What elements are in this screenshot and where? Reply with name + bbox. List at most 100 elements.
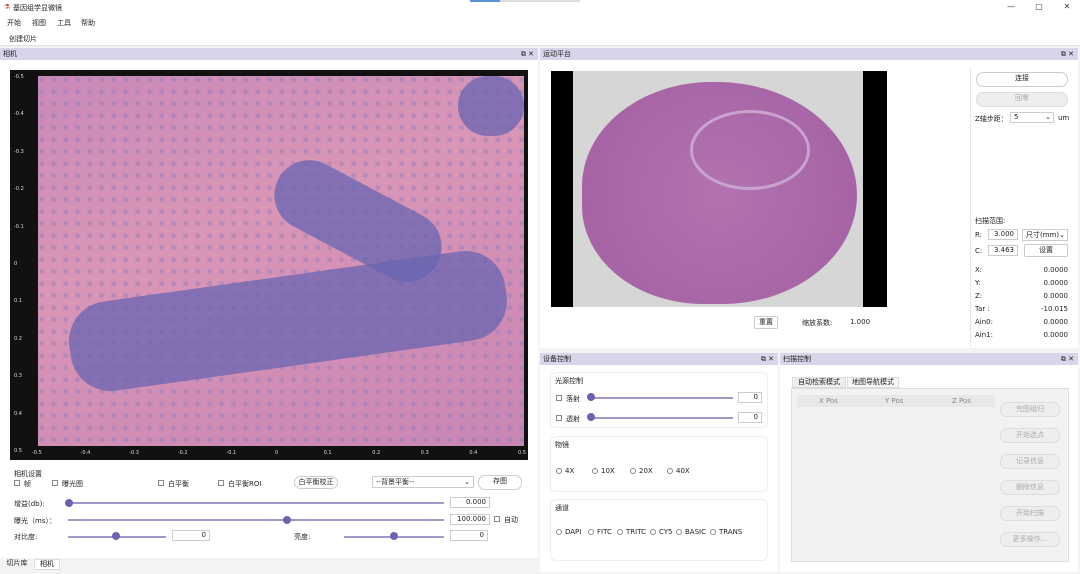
reflect-input[interactable]: 0 <box>738 392 762 403</box>
chevron-down-icon: ⌄ <box>1059 231 1065 239</box>
save-image-button[interactable]: 存图 <box>478 475 522 490</box>
channel-label: CY5 <box>659 528 673 536</box>
set-button[interactable]: 设置 <box>1024 244 1068 257</box>
exposure-slider-handle[interactable] <box>283 516 291 524</box>
white-correct-button[interactable]: 白平衡校正 <box>294 476 338 489</box>
panel-buttons[interactable]: ⧉ ✕ <box>761 353 774 365</box>
background-select[interactable]: --背景平衡-- ⌄ <box>372 476 474 488</box>
gain-slider-handle[interactable] <box>65 499 73 507</box>
exposure-map-checkbox[interactable] <box>52 480 58 486</box>
channel-radio[interactable] <box>710 529 716 535</box>
scan-action-button[interactable]: 完图组归 <box>1000 402 1060 417</box>
brightness-slider-handle[interactable] <box>390 532 398 540</box>
channel-radio[interactable] <box>588 529 594 535</box>
channel-radio[interactable] <box>676 529 682 535</box>
channel-group-title: 通道 <box>555 504 569 512</box>
scan-action-button[interactable]: 记录信息 <box>1000 454 1060 469</box>
scan-action-button[interactable]: 开始扫描 <box>1000 506 1060 521</box>
readout-label: Y: <box>975 279 981 287</box>
channel-radio[interactable] <box>617 529 623 535</box>
x-tick-label: 0.4 <box>469 450 478 456</box>
readout-value: 0.0000 <box>1043 266 1069 274</box>
objective-radio[interactable] <box>556 468 562 474</box>
camera-panel-title: 相机 <box>3 50 17 58</box>
trans-slider[interactable] <box>590 417 733 419</box>
title-highlight <box>470 0 500 2</box>
contrast-slider-handle[interactable] <box>112 532 120 540</box>
zoom-value: 1.000 <box>850 318 871 326</box>
tab-auto-search[interactable]: 自动检索模式 <box>792 377 846 388</box>
tissue-corner <box>458 76 524 136</box>
white-roi-checkbox[interactable] <box>218 480 224 486</box>
readout-value: 0.0000 <box>1043 318 1069 326</box>
maximize-button[interactable]: ▢ <box>1033 2 1045 12</box>
exposure-slider[interactable] <box>68 519 444 521</box>
chevron-down-icon: ⌄ <box>1045 113 1051 121</box>
tab-map-navigation[interactable]: 地图导航模式 <box>847 377 899 388</box>
reflect-checkbox[interactable] <box>556 395 562 401</box>
exposure-input[interactable]: 100.000 <box>450 514 490 525</box>
menu-view[interactable]: 视图 <box>32 18 46 28</box>
trans-checkbox[interactable] <box>556 415 562 421</box>
reflect-slider-handle[interactable] <box>587 393 595 401</box>
panel-buttons[interactable]: ⧉ ✕ <box>521 48 534 60</box>
channel-radio[interactable] <box>556 529 562 535</box>
gain-slider[interactable] <box>68 502 444 504</box>
tab-camera[interactable]: 相机 <box>34 559 60 570</box>
readout-label: Tar : <box>975 305 990 313</box>
objective-group-title: 物镜 <box>555 441 569 449</box>
scan-action-button[interactable]: 开始选点 <box>1000 428 1060 443</box>
contrast-input[interactable]: 0 <box>172 530 210 541</box>
y-tick-label: -0.4 <box>14 111 24 118</box>
y-tick-label: -0.2 <box>14 186 24 193</box>
x-tick-label: -0.1 <box>226 450 237 456</box>
menu-help[interactable]: 帮助 <box>81 18 95 28</box>
title-highlight-secondary <box>500 0 580 2</box>
x-tick-label: 0 <box>275 450 279 456</box>
panel-buttons[interactable]: ⧉ ✕ <box>1061 48 1074 60</box>
trans-input[interactable]: 0 <box>738 412 762 423</box>
objective-radio[interactable] <box>592 468 598 474</box>
brightness-input[interactable]: 0 <box>450 530 488 541</box>
z-step-input[interactable]: 5 ⌄ <box>1010 112 1054 123</box>
objective-radio[interactable] <box>667 468 673 474</box>
x-tick-label: 0.2 <box>372 450 381 456</box>
auto-exposure-label: 自动 <box>504 516 518 524</box>
gain-input[interactable]: 0.000 <box>450 497 490 508</box>
connect-button[interactable]: 连接 <box>976 72 1068 87</box>
reset-button[interactable]: 重置 <box>754 316 778 329</box>
c-label: C: <box>975 247 983 255</box>
menu-start[interactable]: 开始 <box>7 18 21 28</box>
menu-tools[interactable]: 工具 <box>57 18 71 28</box>
c-input[interactable]: 3.463 <box>988 245 1018 256</box>
reflect-slider[interactable] <box>590 397 733 399</box>
tab-slice-library[interactable]: 切片库 <box>2 559 32 570</box>
camera-panel-header: 相机 ⧉ ✕ <box>0 48 538 60</box>
home-button[interactable]: 回零 <box>976 92 1068 107</box>
channel-label: TRANS <box>719 528 743 536</box>
panel-buttons[interactable]: ⧉ ✕ <box>1061 353 1074 365</box>
z-step-value: 5 <box>1014 113 1019 121</box>
scan-range-label: 扫描范围: <box>975 217 1006 225</box>
brightness-label: 亮度: <box>294 533 311 541</box>
frame-label: 帧 <box>24 480 31 488</box>
r-input[interactable]: 3.000 <box>988 229 1018 240</box>
device-panel-title: 设备控制 <box>543 355 571 363</box>
trans-slider-handle[interactable] <box>587 413 595 421</box>
x-tick-label: -0.5 <box>32 450 42 456</box>
objective-radio[interactable] <box>630 468 636 474</box>
auto-exposure-checkbox[interactable] <box>494 516 500 522</box>
create-slice-button[interactable]: 创建切片 <box>9 34 37 44</box>
close-button[interactable]: ✕ <box>1061 2 1073 12</box>
tissue-hippocampus <box>690 110 810 190</box>
size-unit-select[interactable]: 尺寸(mm) ⌄ <box>1022 229 1068 241</box>
objective-group <box>550 436 768 492</box>
frame-checkbox[interactable] <box>14 480 20 486</box>
minimize-button[interactable]: — <box>1005 2 1017 12</box>
scan-action-button[interactable]: 删除信息 <box>1000 480 1060 495</box>
white-balance-checkbox[interactable] <box>158 480 164 486</box>
scan-action-button[interactable]: 更多操作... <box>1000 532 1060 547</box>
scan-panel-title: 扫描控制 <box>783 355 811 363</box>
channel-radio[interactable] <box>650 529 656 535</box>
y-tick-label: 0.2 <box>14 335 22 342</box>
